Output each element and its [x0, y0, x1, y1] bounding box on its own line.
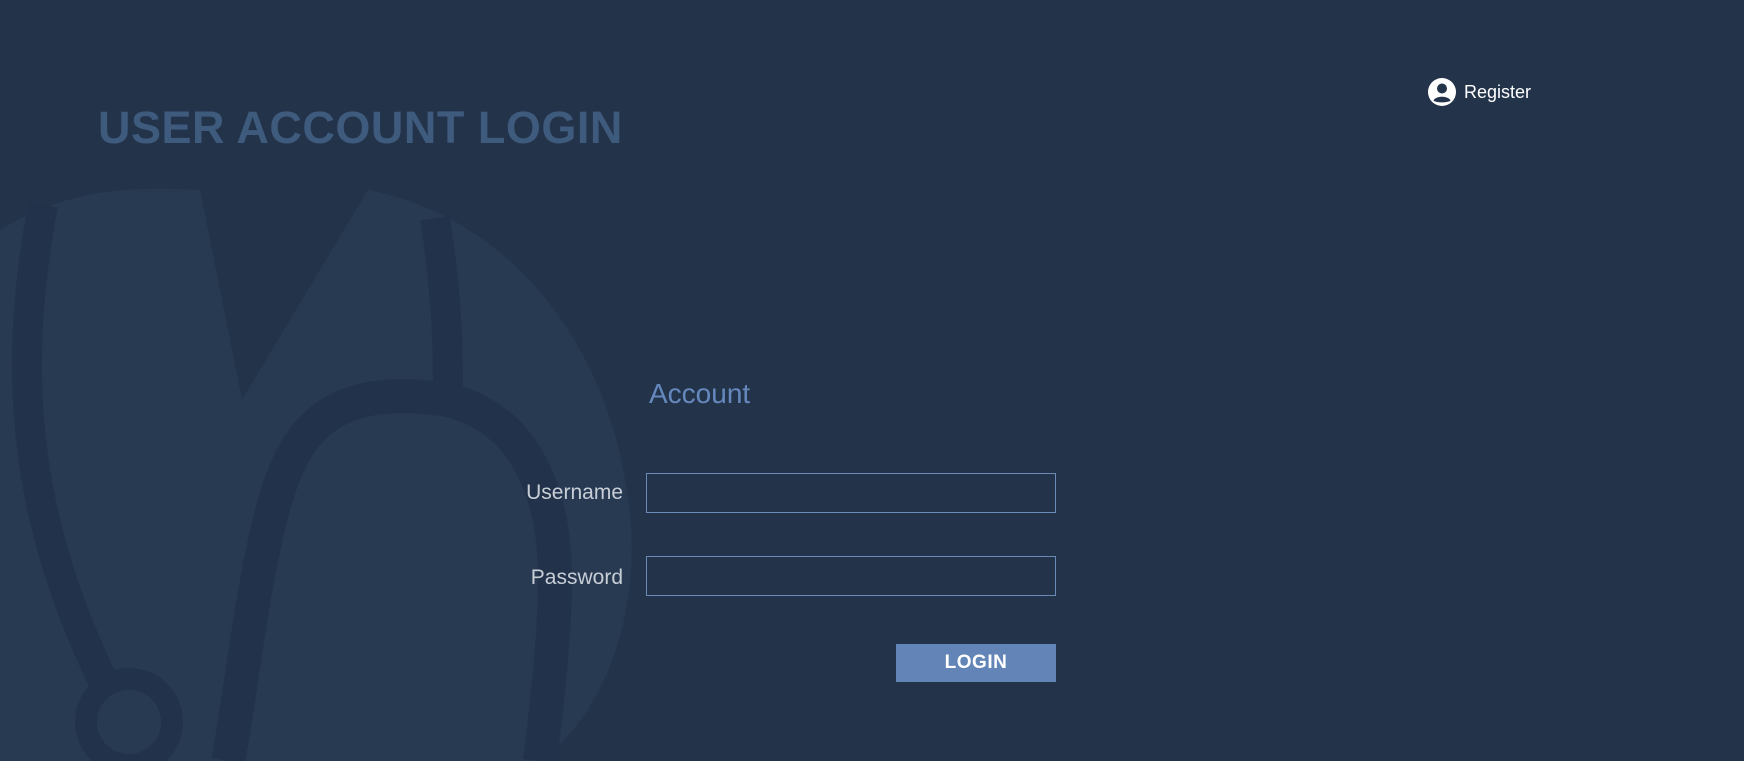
login-button[interactable]: LOGIN — [896, 644, 1056, 682]
user-circle-icon — [1428, 78, 1456, 106]
password-label: Password — [530, 566, 623, 589]
username-input[interactable] — [646, 473, 1056, 513]
register-label: Register — [1464, 82, 1532, 102]
register-link[interactable]: Register — [1428, 77, 1531, 107]
page-title: USER ACCOUNT LOGIN — [98, 102, 623, 153]
username-label: Username — [526, 481, 623, 504]
form-title: Account — [649, 378, 751, 409]
password-input[interactable] — [646, 556, 1056, 596]
